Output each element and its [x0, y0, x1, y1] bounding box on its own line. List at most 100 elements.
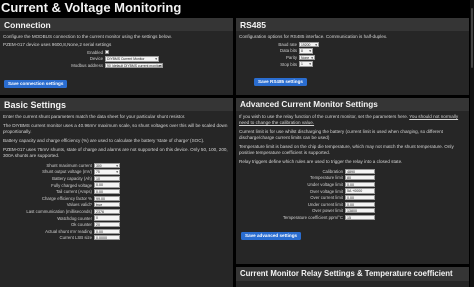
basic-paragraph: Enter the current shunt parameters match… [3, 114, 186, 119]
advanced-field-label: Under current limit [307, 201, 343, 207]
basic-field-value: 0.00 [96, 183, 103, 188]
page-title: Current & Voltage Monitoring [1, 0, 182, 15]
advanced-field-row: Under current limit 0.00 [239, 201, 469, 208]
advanced-field-label: Over current limit [310, 195, 343, 201]
basic-field-value: 20 [96, 223, 100, 228]
advanced-field-input[interactable]: 4890 [345, 168, 375, 174]
basic-field-value: true [96, 203, 103, 208]
advanced-settings-title: Advanced Current Monitor Settings [236, 98, 469, 111]
modbus-address-select[interactable]: 90 (default DIYBMS current monitor) ▾ [105, 62, 163, 69]
advanced-field-value: 15 [347, 215, 351, 220]
advanced-field-input[interactable]: 0.00 [345, 201, 375, 207]
enabled-checkbox[interactable] [105, 50, 109, 55]
advanced-field-row: Under voltage limit 0.00 [239, 181, 469, 188]
baud-rate-select[interactable]: 19200 ▾ [299, 41, 319, 48]
basic-field-row: Current LSB size 0.0000 [3, 235, 233, 242]
basic-field-value: 75 [96, 170, 100, 175]
relay-settings-panel: Current Monitor Relay Settings & Tempera… [236, 267, 469, 287]
advanced-field-label: Under voltage limit [307, 181, 343, 187]
basic-field-label: Values valid? [66, 202, 92, 208]
basic-field-select[interactable]: 75 ▾ [94, 169, 120, 175]
advanced-field-value: 0.00 [347, 196, 354, 201]
advanced-field-value: 80 [347, 176, 351, 181]
chevron-down-icon: ▾ [309, 49, 311, 54]
scrollbar-thumb[interactable] [471, 8, 473, 68]
advanced-field-label: Over power limit [311, 208, 343, 214]
advanced-field-input[interactable]: 80 [345, 175, 375, 181]
page-scrollbar[interactable] [470, 0, 474, 287]
basic-field-input[interactable]: 10 [94, 175, 120, 182]
basic-field-value: 99.00 [96, 196, 105, 201]
connection-note: PZEM-017 device uses 9600,8,None,2 seria… [3, 42, 112, 47]
advanced-field-label: Calibration [322, 168, 343, 174]
rs485-intro: Configuration options for RS485 interfac… [239, 34, 388, 39]
advanced-field-label: Temperature limit [310, 175, 343, 181]
basic-field-input[interactable]: 0.0000 [94, 235, 120, 241]
advanced-field-input[interactable]: 15 [345, 214, 375, 221]
basic-field-row: Ok counter 20 [3, 221, 233, 228]
advanced-field-label: Over voltage limit [309, 188, 343, 194]
data-bits-label: Data bits [280, 48, 297, 54]
save-advanced-button[interactable]: Save advanced settings [241, 231, 302, 240]
save-rs485-button[interactable]: Save RS485 settings [254, 78, 307, 87]
basic-field-row: Tail current (Amps) 0.00 [3, 188, 233, 195]
rs485-title: RS485 [236, 18, 469, 31]
basic-field-label: Charge efficiency factor % [41, 195, 92, 201]
basic-paragraph: The DIYBMS current monitor uses a 40.96m… [3, 123, 228, 134]
relay-settings-title: Current Monitor Relay Settings & Tempera… [236, 267, 469, 281]
device-select-value: DIYBMS Current Monitor [107, 57, 145, 62]
advanced-field-input[interactable]: 0.00 [345, 195, 375, 201]
basic-field-input[interactable]: 0 [94, 215, 120, 221]
basic-field-label: Shunt maximum current [46, 162, 92, 168]
basic-field-value: 0.00 [96, 229, 103, 234]
chevron-down-icon: ▾ [116, 163, 118, 168]
basic-field-value: 300 [96, 163, 102, 168]
basic-field-label: Tail current (Amps) [55, 189, 92, 195]
chevron-down-icon: ▾ [155, 57, 157, 62]
basic-field-value: 0 [96, 216, 98, 221]
basic-field-label: Battery capacity (Ah) [52, 175, 92, 181]
data-bits-select[interactable]: 8 ▾ [299, 48, 313, 54]
stop-bits-label: Stop bits [280, 61, 297, 67]
advanced-field-input[interactable]: 5A +0000 [345, 188, 375, 194]
basic-field-row: Last communication (milliseconds) 2376 [3, 208, 233, 215]
advanced-paragraph-3: Temperature limit is based on the chip d… [239, 144, 454, 155]
modbus-address-value: 90 (default DIYBMS current monitor) [107, 63, 162, 68]
baud-rate-label: Baud rate [278, 41, 297, 47]
device-select[interactable]: DIYBMS Current Monitor ▾ [105, 56, 159, 62]
advanced-field-input[interactable]: 13800 [345, 208, 375, 214]
basic-paragraph: Battery capacity and charge efficiency (… [3, 138, 205, 143]
basic-field-input[interactable]: 0.00 [94, 228, 120, 234]
advanced-field-row: Over current limit 0.00 [239, 194, 469, 201]
data-bits-value: 8 [301, 49, 303, 54]
basic-field-select[interactable]: 300 ▾ [94, 162, 120, 169]
advanced-paragraph-1: If you wish to use the relay function of… [239, 114, 466, 126]
basic-field-input[interactable]: true [94, 202, 120, 208]
device-label: Device [89, 56, 103, 62]
basic-field-row: Values valid? true [3, 202, 233, 209]
basic-field-input[interactable]: 99.00 [94, 195, 120, 201]
advanced-p1-text: If you wish to use the relay function of… [239, 114, 409, 119]
basic-field-row: Charge efficiency factor % 99.00 [3, 195, 233, 202]
advanced-paragraph-2: Current limit is for use whilst discharg… [239, 129, 443, 140]
parity-select[interactable]: None ▾ [299, 54, 315, 61]
connection-panel: Connection Configure the MODBUS connecti… [0, 18, 233, 95]
basic-field-input[interactable]: 0.00 [94, 189, 120, 195]
advanced-field-value: 5A +0000 [347, 189, 363, 194]
chevron-down-icon: ▾ [309, 62, 311, 67]
basic-field-row: Fully charged voltage 0.00 [3, 182, 233, 189]
advanced-field-value: 0.00 [347, 202, 354, 207]
basic-field-row: Shunt maximum current 300 ▾ [3, 162, 233, 169]
basic-field-row: Shunt output voltage (mV) 75 ▾ [3, 169, 233, 176]
basic-field-input[interactable]: 20 [94, 222, 120, 228]
stop-bits-select[interactable]: 1 ▾ [299, 61, 313, 67]
save-connection-button[interactable]: Save connection settings [4, 79, 68, 88]
advanced-field-row: Calibration 4890 [239, 168, 469, 175]
advanced-field-row: Over voltage limit 5A +0000 [239, 188, 469, 195]
modbus-address-label: Modbus address [71, 62, 103, 68]
basic-field-input[interactable]: 2376 [94, 208, 120, 215]
parity-label: Parity [286, 54, 297, 60]
advanced-field-input[interactable]: 0.00 [345, 181, 375, 188]
baud-rate-value: 19200 [301, 42, 311, 47]
basic-field-input[interactable]: 0.00 [94, 182, 120, 188]
